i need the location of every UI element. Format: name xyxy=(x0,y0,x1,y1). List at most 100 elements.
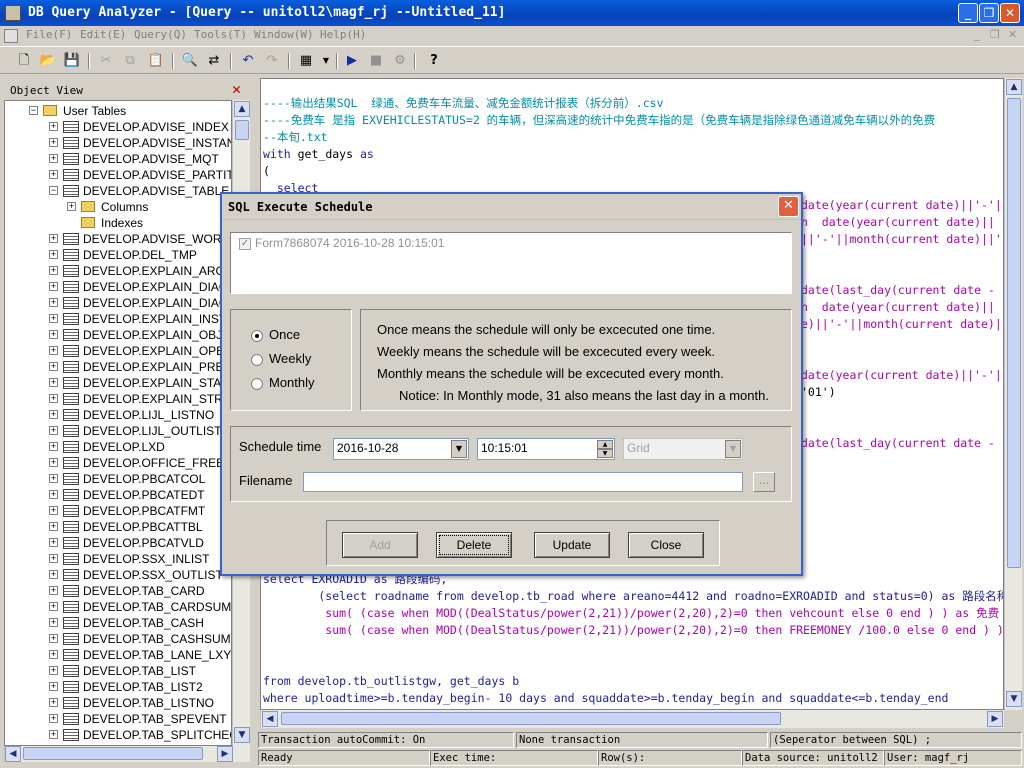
scroll-up-icon[interactable]: ▲ xyxy=(1006,79,1022,95)
tree-item[interactable]: + DEVELOP.EXPLAIN_ARGUMENT xyxy=(5,263,231,279)
tree-item[interactable]: + DEVELOP.OFFICE_FREE xyxy=(5,455,231,471)
menu-tools[interactable]: Tools(T) xyxy=(194,28,247,41)
execute-icon[interactable]: ▶ xyxy=(342,51,362,71)
expand-icon[interactable]: + xyxy=(49,586,58,595)
tree-item[interactable]: + Columns xyxy=(5,199,231,215)
scroll-thumb[interactable] xyxy=(281,712,781,725)
menu-window[interactable]: Window(W) xyxy=(254,28,314,41)
tree-item[interactable]: + DEVELOP.SSX_INLIST xyxy=(5,551,231,567)
tree-item[interactable]: + DEVELOP.PBCATCOL xyxy=(5,471,231,487)
find-icon[interactable]: 🔍 xyxy=(180,51,200,71)
schedule-time-field[interactable]: 10:15:01 xyxy=(477,438,615,460)
scroll-right-icon[interactable]: ▶ xyxy=(217,746,233,762)
copy-icon[interactable]: ⧉ xyxy=(120,51,140,71)
expand-icon[interactable]: + xyxy=(49,522,58,531)
expand-icon[interactable]: + xyxy=(49,426,58,435)
menu-help[interactable]: Help(H) xyxy=(320,28,366,41)
mdi-minimize-icon[interactable]: _ xyxy=(974,28,980,41)
radio-once-label[interactable]: Once xyxy=(269,327,300,342)
expand-icon[interactable]: + xyxy=(49,618,58,627)
scroll-down-icon[interactable]: ▼ xyxy=(234,727,250,743)
tree-item[interactable]: + DEVELOP.TAB_LANE_LXY xyxy=(5,647,231,663)
expand-icon[interactable]: + xyxy=(49,282,58,291)
filename-input[interactable] xyxy=(303,472,743,492)
tree-item[interactable]: + DEVELOP.ADVISE_WORKLOAD xyxy=(5,231,231,247)
expand-icon[interactable]: + xyxy=(49,570,58,579)
schedule-date-field[interactable]: 2016-10-28 xyxy=(333,438,469,460)
tree-item[interactable]: − DEVELOP.ADVISE_TABLE xyxy=(5,183,231,199)
tree-item[interactable]: + DEVELOP.ADVISE_MQT xyxy=(5,151,231,167)
paste-icon[interactable]: 📋 xyxy=(146,51,166,71)
tree-item[interactable]: + DEVELOP.LIJL_LISTNO xyxy=(5,407,231,423)
radio-weekly-label[interactable]: Weekly xyxy=(269,351,311,366)
schedule-checkbox[interactable]: ✓ xyxy=(239,238,251,250)
schedule-list[interactable]: ✓ Form7868074 2016-10-28 10:15:01 xyxy=(230,232,792,294)
tree-item[interactable]: + DEVELOP.TAB_CASHSUMTEMP xyxy=(5,631,231,647)
cut-icon[interactable]: ✂ xyxy=(96,51,116,71)
expand-icon[interactable]: + xyxy=(49,634,58,643)
dialog-close-button[interactable]: ✕ xyxy=(778,196,799,217)
tree-item[interactable]: + DEVELOP.EXPLAIN_STATEMENT xyxy=(5,375,231,391)
spin-down-icon[interactable]: ▼ xyxy=(597,449,613,458)
tree-item[interactable]: + DEVELOP.ADVISE_PARTITION xyxy=(5,167,231,183)
menu-file[interactable]: File(F) xyxy=(26,28,72,41)
undo-icon[interactable]: ↶ xyxy=(238,51,258,71)
tree-item[interactable]: + DEVELOP.PBCATVLD xyxy=(5,535,231,551)
tree-item[interactable]: Indexes xyxy=(5,215,231,231)
tree-item[interactable]: + DEVELOP.TAB_CARD xyxy=(5,583,231,599)
chevron-down-icon[interactable]: ▼ xyxy=(725,440,741,458)
mdi-icon[interactable] xyxy=(4,29,18,43)
expand-icon[interactable]: + xyxy=(49,474,58,483)
redo-icon[interactable]: ↷ xyxy=(262,51,282,71)
replace-icon[interactable]: ⇄ xyxy=(204,51,224,71)
expand-icon[interactable]: + xyxy=(49,730,58,739)
expand-icon[interactable]: + xyxy=(67,202,76,211)
expand-icon[interactable]: + xyxy=(49,602,58,611)
tree-item[interactable]: + DEVELOP.LXD xyxy=(5,439,231,455)
expand-icon[interactable]: + xyxy=(49,170,58,179)
radio-weekly[interactable] xyxy=(251,354,263,366)
browse-button[interactable]: ... xyxy=(753,472,775,492)
expand-icon[interactable]: + xyxy=(49,234,58,243)
tree-item[interactable]: + DEVELOP.EXPLAIN_OBJECT xyxy=(5,327,231,343)
scroll-down-icon[interactable]: ▼ xyxy=(1006,691,1022,707)
mdi-restore-icon[interactable]: ❐ xyxy=(990,28,1000,41)
tree-item[interactable]: − User Tables xyxy=(5,103,231,119)
radio-monthly[interactable] xyxy=(251,378,263,390)
expand-icon[interactable]: + xyxy=(49,538,58,547)
tree-item[interactable]: + DEVELOP.ADVISE_INDEX xyxy=(5,119,231,135)
expand-icon[interactable]: + xyxy=(49,266,58,275)
scroll-thumb[interactable] xyxy=(235,120,249,140)
tree-item[interactable]: + DEVELOP.TAB_LIST2 xyxy=(5,679,231,695)
tree-item[interactable]: + DEVELOP.DEL_TMP xyxy=(5,247,231,263)
tree-item[interactable]: + DEVELOP.TAB_CARDSUMTEMP xyxy=(5,599,231,615)
expand-icon[interactable]: + xyxy=(49,490,58,499)
expand-icon[interactable]: + xyxy=(49,682,58,691)
expand-icon[interactable]: + xyxy=(49,314,58,323)
chevron-down-icon[interactable]: ▼ xyxy=(451,440,467,458)
scroll-thumb[interactable] xyxy=(1007,98,1021,568)
schedule-icon[interactable]: ⚙ xyxy=(390,51,410,71)
app-icon[interactable] xyxy=(5,5,21,21)
expand-icon[interactable]: + xyxy=(49,154,58,163)
delete-button[interactable]: Delete xyxy=(436,532,512,558)
chevron-down-icon[interactable]: ▼ xyxy=(316,51,336,71)
add-button[interactable]: Add xyxy=(342,532,418,558)
expand-icon[interactable]: + xyxy=(49,650,58,659)
expand-icon[interactable]: + xyxy=(49,394,58,403)
radio-monthly-label[interactable]: Monthly xyxy=(269,375,315,390)
editor-vscrollbar[interactable]: ▲ ▼ xyxy=(1004,78,1022,710)
radio-once[interactable] xyxy=(251,330,263,342)
tree-item[interactable]: + DEVELOP.TAB_CASH xyxy=(5,615,231,631)
tree-item[interactable]: + DEVELOP.TAB_LIST xyxy=(5,663,231,679)
new-icon[interactable]: 🗋 xyxy=(14,51,34,71)
scroll-up-icon[interactable]: ▲ xyxy=(234,101,250,117)
close-button[interactable]: Close xyxy=(628,532,704,558)
tree-hscrollbar[interactable]: ◀ ▶ xyxy=(4,746,250,762)
tree-item[interactable]: + DEVELOP.EXPLAIN_DIAGNOSTIC xyxy=(5,279,231,295)
tree-item[interactable]: + DEVELOP.SSX_OUTLIST xyxy=(5,567,231,583)
expand-icon[interactable]: + xyxy=(49,442,58,451)
expand-icon[interactable]: + xyxy=(49,458,58,467)
tree-item[interactable]: + DEVELOP.LIJL_OUTLISTGW xyxy=(5,423,231,439)
expand-icon[interactable]: + xyxy=(49,138,58,147)
